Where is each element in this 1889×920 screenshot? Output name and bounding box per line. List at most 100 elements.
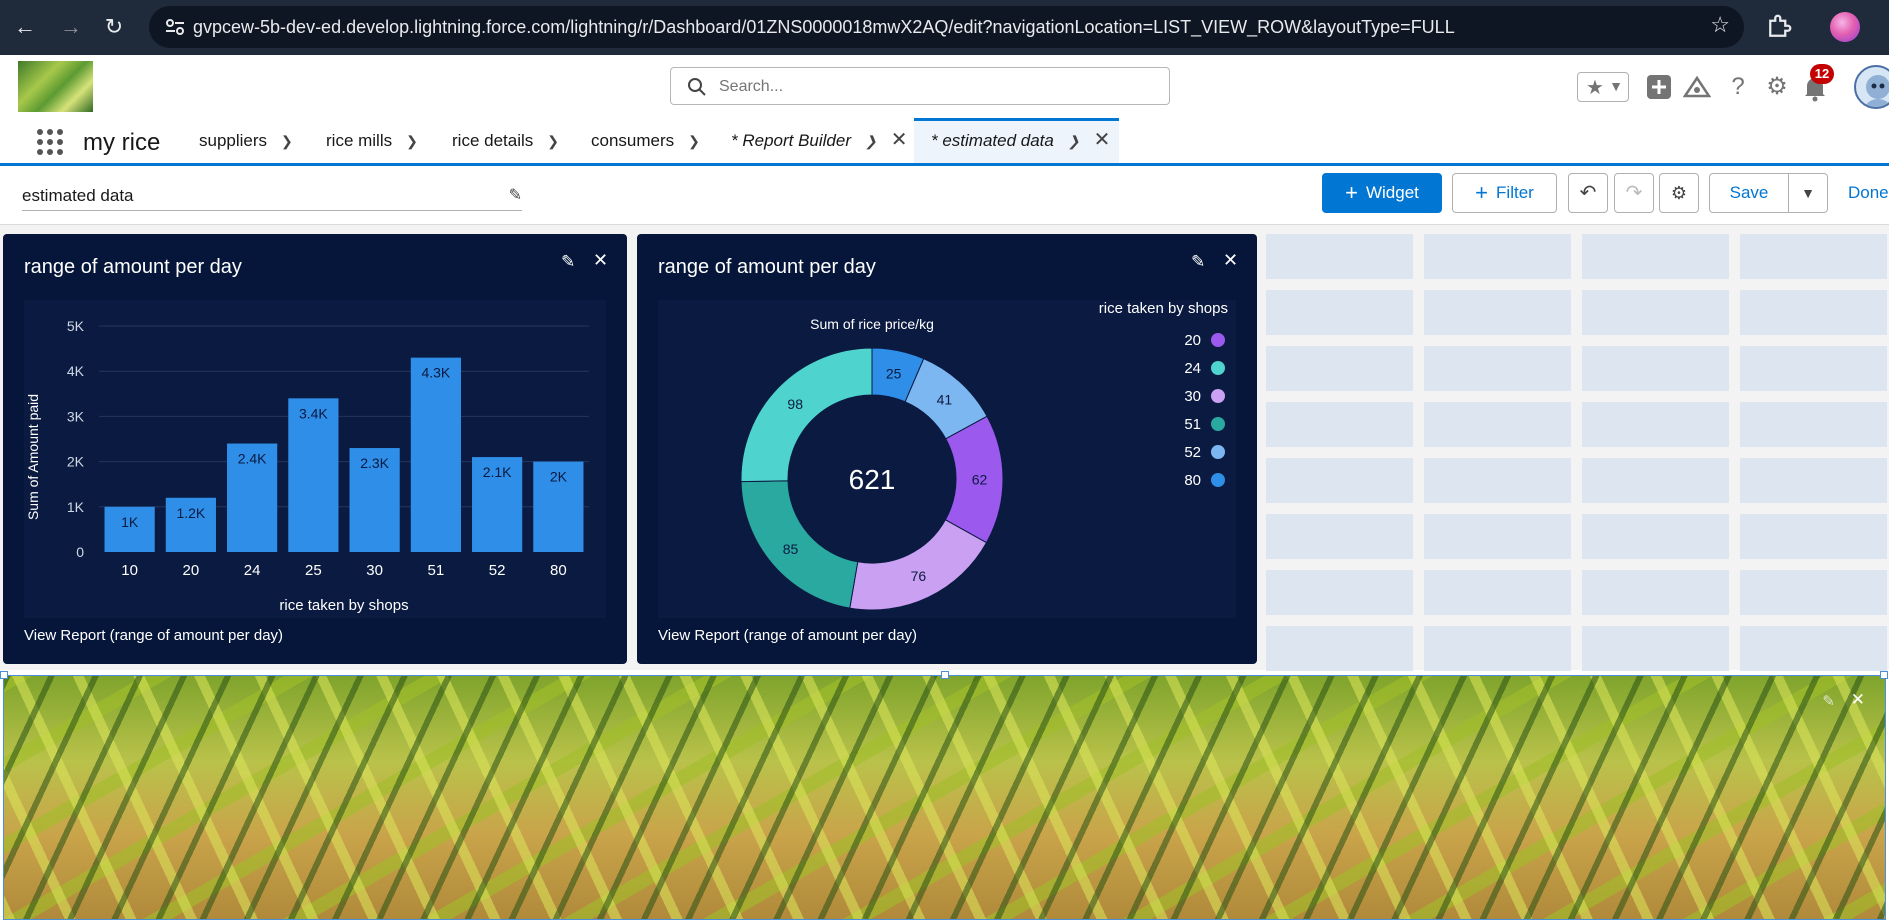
user-avatar[interactable]	[1854, 65, 1889, 109]
help-icon[interactable]: ?	[1723, 72, 1753, 102]
tab-rice-details[interactable]: rice details ❯	[452, 118, 559, 163]
bar-data-label: 2.3K	[360, 455, 389, 471]
edit-pencil-icon[interactable]: ✎	[561, 252, 575, 272]
search-icon	[688, 78, 706, 96]
chevron-down-icon[interactable]: ❯	[865, 119, 877, 164]
empty-grid-cell	[1266, 234, 1413, 279]
site-settings-icon[interactable]	[163, 15, 187, 39]
global-search-input[interactable]: Search...	[670, 67, 1170, 105]
tab-rice-mills[interactable]: rice mills ❯	[326, 118, 418, 163]
notification-count-badge: 12	[1810, 64, 1834, 84]
back-icon[interactable]: ←	[8, 10, 42, 44]
app-launcher-icon[interactable]	[36, 128, 64, 156]
empty-grid-cell	[1582, 290, 1729, 335]
empty-grid-cell	[1740, 402, 1887, 447]
donut-chart-widget[interactable]: range of amount per day ✎ ✕ 25 41 62 76 85 98…	[637, 234, 1257, 664]
x-tick-label: 51	[428, 562, 445, 579]
done-button[interactable]: Done	[1848, 183, 1889, 203]
empty-grid-cell	[1740, 290, 1887, 335]
org-logo[interactable]	[18, 61, 93, 112]
legend-swatch	[1211, 333, 1225, 347]
chart-area: 25 41 62 76 85 98 621 Sum of rice price/kg rice …	[658, 300, 1236, 618]
close-icon[interactable]: ✕	[1851, 690, 1865, 710]
widget-label: Widget	[1365, 183, 1419, 202]
edit-pencil-icon[interactable]: ✎	[509, 181, 522, 211]
redo-button[interactable]: ↷	[1614, 173, 1654, 213]
empty-grid-cell	[1740, 346, 1887, 391]
tab-label: suppliers	[199, 131, 268, 150]
add-widget-button[interactable]: + Widget	[1322, 173, 1442, 213]
close-icon[interactable]: ✕	[593, 250, 608, 271]
resize-handle[interactable]	[0, 671, 8, 679]
donut-slice	[740, 480, 859, 609]
url-text[interactable]: gvpcew-5b-dev-ed.develop.lightning.force…	[193, 17, 1455, 38]
x-tick-label: 25	[305, 562, 322, 579]
chevron-down-icon[interactable]: ❯	[281, 119, 293, 164]
plus-icon: +	[1475, 180, 1489, 205]
chevron-down-icon[interactable]: ❯	[688, 119, 700, 164]
close-icon[interactable]: ✕	[1223, 250, 1238, 271]
extensions-icon[interactable]	[1764, 12, 1794, 42]
empty-grid-cell	[1424, 346, 1571, 391]
tab-consumers[interactable]: consumers ❯	[591, 118, 700, 163]
tab-suppliers[interactable]: suppliers ❯	[199, 118, 293, 163]
empty-grid-cell	[1740, 626, 1887, 671]
save-button[interactable]: Save	[1709, 173, 1789, 213]
global-actions-plus-icon[interactable]	[1644, 72, 1674, 102]
chevron-down-icon: ▼	[1801, 185, 1815, 201]
bar-chart-widget[interactable]: range of amount per day ✎ ✕ 0 1K 2K 3K 4K 5K 1…	[3, 234, 627, 664]
y-tick-label: 2K	[67, 454, 85, 470]
dashboard-properties-button[interactable]: ⚙	[1659, 173, 1699, 213]
chevron-down-icon[interactable]: ▼	[1609, 78, 1623, 94]
tab-report-builder[interactable]: * Report Builder ❯ ✕	[731, 118, 908, 163]
address-bar[interactable]: gvpcew-5b-dev-ed.develop.lightning.force…	[149, 6, 1744, 48]
rice-image-widget[interactable]: ✎ ✕	[3, 675, 1886, 920]
dashboard-name-field[interactable]: estimated data ✎	[22, 181, 522, 211]
legend-label: 80	[1184, 472, 1201, 489]
chevron-down-icon[interactable]: ❯	[406, 119, 418, 164]
widget-title: range of amount per day	[658, 256, 876, 278]
empty-grid-cell	[1424, 458, 1571, 503]
undo-button[interactable]: ↶	[1568, 173, 1608, 213]
browser-profile-avatar[interactable]	[1830, 12, 1860, 42]
save-options-button[interactable]: ▼	[1788, 173, 1828, 213]
empty-grid-cell	[1424, 290, 1571, 335]
trailhead-icon[interactable]	[1682, 72, 1712, 102]
close-tab-icon[interactable]: ✕	[1094, 118, 1111, 163]
slice-data-label: 25	[886, 366, 902, 382]
bar	[410, 357, 461, 552]
bookmark-star-icon[interactable]: ☆	[1710, 12, 1730, 38]
x-axis-label: rice taken by shops	[279, 597, 408, 614]
edit-pencil-icon[interactable]: ✎	[1822, 692, 1835, 710]
bar-data-label: 2.4K	[238, 451, 267, 467]
slice-data-label: 41	[937, 392, 953, 408]
edit-pencil-icon[interactable]: ✎	[1191, 252, 1205, 272]
reload-icon[interactable]: ↻	[97, 10, 131, 44]
close-tab-icon[interactable]: ✕	[891, 118, 908, 163]
star-icon: ★	[1586, 77, 1604, 99]
favorites-button[interactable]: ★ ▼	[1577, 72, 1629, 102]
tab-estimated-data[interactable]: * estimated data ❯ ✕	[931, 118, 1110, 163]
empty-grid-cell	[1740, 570, 1887, 615]
forward-icon[interactable]: →	[54, 10, 88, 44]
view-report-link[interactable]: View Report (range of amount per day)	[658, 627, 917, 644]
legend-swatch	[1211, 417, 1225, 431]
bar-data-label: 2K	[550, 469, 568, 485]
empty-grid-cell	[1424, 402, 1571, 447]
legend-swatch	[1211, 445, 1225, 459]
resize-handle[interactable]	[941, 671, 949, 679]
resize-handle[interactable]	[1880, 671, 1888, 679]
donut-total: 621	[849, 464, 896, 495]
empty-grid-cell	[1266, 402, 1413, 447]
empty-grid-cell	[1740, 514, 1887, 559]
chevron-down-icon[interactable]: ❯	[547, 119, 559, 164]
empty-grid-cell	[1740, 458, 1887, 503]
legend-label: 30	[1184, 388, 1201, 405]
slice-data-label: 85	[783, 541, 799, 557]
add-filter-button[interactable]: + Filter	[1452, 173, 1557, 213]
tab-label: * Report Builder	[731, 131, 852, 150]
chevron-down-icon[interactable]: ❯	[1068, 119, 1080, 164]
tab-label: consumers	[591, 131, 675, 150]
view-report-link[interactable]: View Report (range of amount per day)	[24, 627, 283, 644]
setup-gear-icon[interactable]: ⚙	[1762, 72, 1792, 102]
